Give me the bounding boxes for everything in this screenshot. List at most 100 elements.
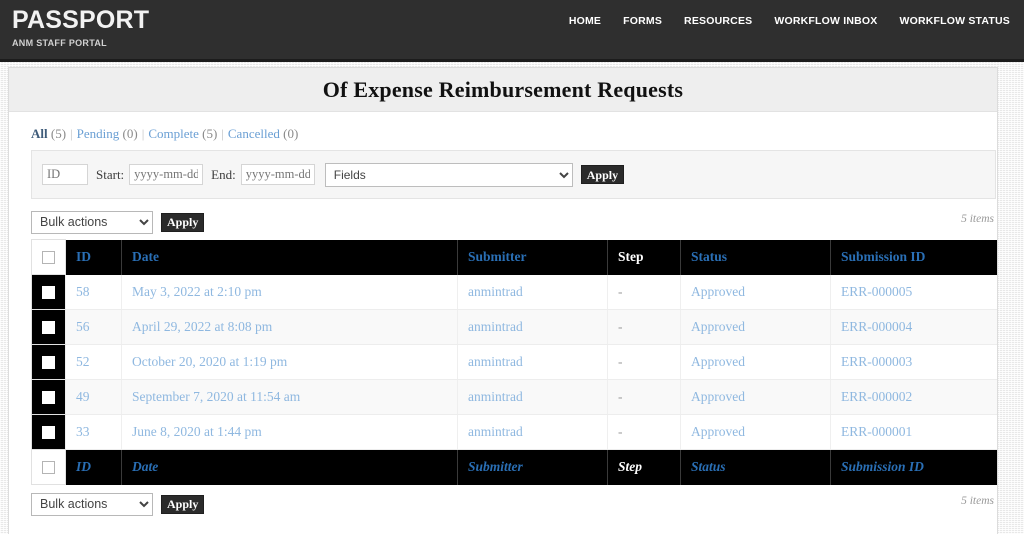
select-all-checkbox-bottom[interactable] bbox=[42, 461, 55, 475]
row-submitter-link[interactable]: anmintrad bbox=[468, 389, 523, 404]
select-all-footer[interactable] bbox=[31, 449, 66, 485]
column-sort-link-submitter[interactable]: Submitter bbox=[468, 249, 527, 264]
nav-item-home[interactable]: HOME bbox=[569, 15, 601, 27]
column-footer-submitter[interactable]: Submitter bbox=[457, 449, 608, 485]
filter-count-pending: (0) bbox=[122, 126, 138, 141]
nav-item-resources[interactable]: RESOURCES bbox=[684, 15, 752, 27]
cell-submission-id: ERR-000003 bbox=[830, 344, 997, 380]
row-status-link[interactable]: Approved bbox=[691, 284, 745, 299]
cell-status: Approved bbox=[680, 379, 831, 415]
column-header-step: Step bbox=[607, 239, 681, 275]
row-status-link[interactable]: Approved bbox=[691, 319, 745, 334]
fields-select[interactable]: Fields bbox=[324, 162, 573, 187]
column-header-submitter[interactable]: Submitter bbox=[457, 239, 608, 275]
row-submission-id-link[interactable]: ERR-000001 bbox=[841, 424, 912, 439]
site-branding[interactable]: PASSPORT ANM STAFF PORTAL bbox=[12, 6, 149, 48]
table-row: 58 May 3, 2022 at 2:10 pm anmintrad - Ap… bbox=[31, 274, 997, 310]
row-status-link[interactable]: Approved bbox=[691, 354, 745, 369]
column-sort-link-date-footer[interactable]: Date bbox=[132, 459, 158, 474]
row-select-cell[interactable] bbox=[31, 414, 66, 450]
column-sort-link-id-footer[interactable]: ID bbox=[76, 459, 91, 474]
cell-step: - bbox=[607, 414, 681, 450]
bulk-apply-button-top[interactable]: Apply bbox=[161, 212, 205, 232]
row-checkbox[interactable] bbox=[42, 356, 55, 370]
filter-link-pending[interactable]: Pending bbox=[77, 126, 120, 141]
cell-submission-id: ERR-000001 bbox=[830, 414, 997, 450]
cell-step: - bbox=[607, 309, 681, 345]
column-header-id[interactable]: ID bbox=[65, 239, 122, 275]
row-id-link[interactable]: 56 bbox=[76, 319, 90, 334]
row-checkbox[interactable] bbox=[42, 426, 55, 440]
row-date-link[interactable]: October 20, 2020 at 1:19 pm bbox=[132, 354, 287, 369]
row-id-link[interactable]: 52 bbox=[76, 354, 90, 369]
main-navigation: HOME FORMS RESOURCES WORKFLOW INBOX WORK… bbox=[569, 15, 1010, 27]
table-row: 52 October 20, 2020 at 1:19 pm anmintrad… bbox=[31, 344, 997, 380]
select-all-checkbox-top[interactable] bbox=[42, 251, 55, 265]
column-footer-id[interactable]: ID bbox=[65, 449, 122, 485]
row-submission-id-link[interactable]: ERR-000002 bbox=[841, 389, 912, 404]
site-title: PASSPORT bbox=[12, 6, 150, 34]
row-date-link[interactable]: May 3, 2022 at 2:10 pm bbox=[132, 284, 262, 299]
row-submitter-link[interactable]: anmintrad bbox=[468, 354, 523, 369]
cell-status: Approved bbox=[680, 274, 831, 310]
row-select-cell[interactable] bbox=[31, 379, 66, 415]
start-date-input[interactable] bbox=[129, 164, 204, 185]
row-id-link[interactable]: 58 bbox=[76, 284, 90, 299]
filter-link-all[interactable]: All bbox=[31, 126, 48, 141]
row-submission-id-link[interactable]: ERR-000003 bbox=[841, 354, 912, 369]
cell-id: 52 bbox=[65, 344, 122, 380]
app-window: PASSPORT ANM STAFF PORTAL HOME FORMS RES… bbox=[0, 0, 1024, 534]
row-submission-id-link[interactable]: ERR-000005 bbox=[841, 284, 912, 299]
select-all-header[interactable] bbox=[31, 239, 66, 275]
page-title: Of Expense Reimbursement Requests bbox=[322, 76, 684, 102]
row-status-link[interactable]: Approved bbox=[691, 424, 745, 439]
id-input[interactable] bbox=[42, 164, 88, 185]
column-footer-submission-id[interactable]: Submission ID bbox=[830, 449, 997, 485]
search-apply-button[interactable]: Apply bbox=[580, 165, 625, 184]
row-checkbox[interactable] bbox=[42, 286, 55, 300]
column-sort-link-submitter-footer[interactable]: Submitter bbox=[468, 459, 523, 474]
filter-link-cancelled[interactable]: Cancelled bbox=[228, 126, 280, 141]
column-header-date[interactable]: Date bbox=[121, 239, 458, 275]
row-checkbox[interactable] bbox=[42, 391, 55, 405]
table-row: 33 June 8, 2020 at 1:44 pm anmintrad - A… bbox=[31, 414, 997, 450]
column-sort-link-submission-id[interactable]: Submission ID bbox=[841, 249, 925, 264]
page-header: Of Expense Reimbursement Requests bbox=[9, 68, 997, 112]
table-foot: ID Date Submitter Step Status Submission… bbox=[31, 449, 997, 485]
row-submission-id-link[interactable]: ERR-000004 bbox=[841, 319, 912, 334]
column-sort-link-status-footer[interactable]: Status bbox=[691, 459, 726, 474]
cell-submission-id: ERR-000005 bbox=[830, 274, 997, 310]
cell-step: - bbox=[607, 274, 681, 310]
row-date-link[interactable]: September 7, 2020 at 11:54 am bbox=[132, 389, 300, 404]
row-select-cell[interactable] bbox=[31, 309, 66, 345]
row-date-link[interactable]: April 29, 2022 at 8:08 pm bbox=[132, 319, 272, 334]
row-status-link[interactable]: Approved bbox=[691, 389, 745, 404]
column-sort-link-submission-id-footer[interactable]: Submission ID bbox=[841, 459, 924, 474]
row-submitter-link[interactable]: anmintrad bbox=[468, 424, 523, 439]
column-footer-date[interactable]: Date bbox=[121, 449, 458, 485]
column-label-step-footer: Step bbox=[618, 459, 643, 475]
nav-item-forms[interactable]: FORMS bbox=[623, 15, 662, 27]
row-select-cell[interactable] bbox=[31, 344, 66, 380]
nav-item-workflow-inbox[interactable]: WORKFLOW INBOX bbox=[774, 15, 877, 27]
nav-item-workflow-status[interactable]: WORKFLOW STATUS bbox=[899, 15, 1010, 27]
end-date-input[interactable] bbox=[240, 164, 315, 185]
column-sort-link-id[interactable]: ID bbox=[76, 249, 91, 264]
filter-link-complete[interactable]: Complete bbox=[148, 126, 199, 141]
row-id-link[interactable]: 33 bbox=[76, 424, 90, 439]
column-header-status[interactable]: Status bbox=[680, 239, 831, 275]
row-submitter-link[interactable]: anmintrad bbox=[468, 319, 523, 334]
column-sort-link-status[interactable]: Status bbox=[691, 249, 727, 264]
bulk-actions-select-top[interactable]: Bulk actions bbox=[31, 210, 153, 234]
column-header-submission-id[interactable]: Submission ID bbox=[830, 239, 997, 275]
row-date-link[interactable]: June 8, 2020 at 1:44 pm bbox=[132, 424, 262, 439]
column-footer-status[interactable]: Status bbox=[680, 449, 831, 485]
row-id-link[interactable]: 49 bbox=[76, 389, 90, 404]
column-sort-link-date[interactable]: Date bbox=[132, 249, 159, 264]
bulk-actions-select-bottom[interactable]: Bulk actions bbox=[31, 492, 153, 516]
row-checkbox[interactable] bbox=[42, 321, 55, 335]
row-select-cell[interactable] bbox=[31, 274, 66, 310]
row-submitter-link[interactable]: anmintrad bbox=[468, 284, 523, 299]
bulk-apply-button-bottom[interactable]: Apply bbox=[161, 494, 205, 514]
cell-step: - bbox=[607, 344, 681, 380]
